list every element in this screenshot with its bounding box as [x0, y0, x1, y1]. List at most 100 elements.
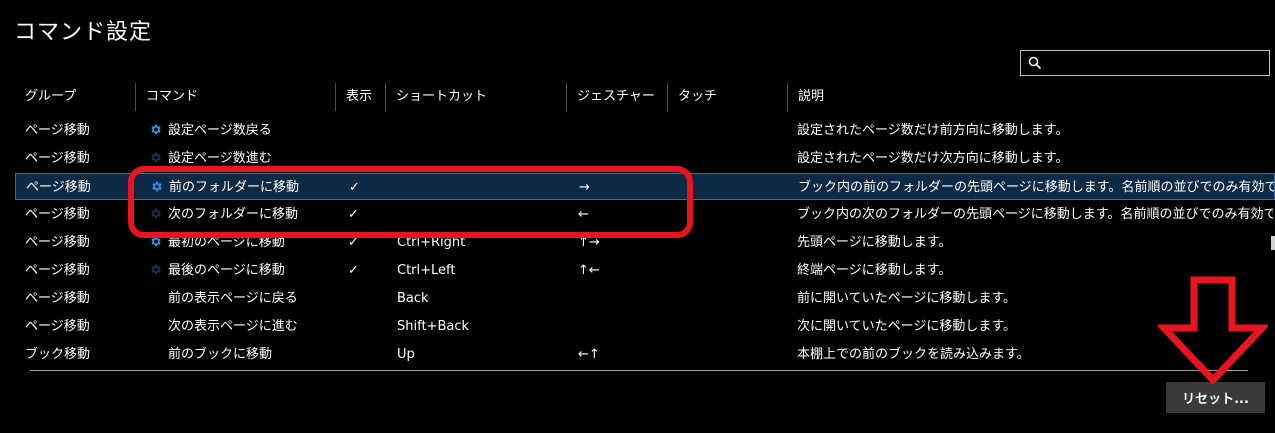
- search-input[interactable]: [1047, 53, 1269, 75]
- cell-description: ブック内の前のフォルダーの先頭ページに移動します。名前順の並びでのみ有効で: [798, 180, 1274, 195]
- cell-gesture: ←: [578, 207, 589, 222]
- command-label: 前のフォルダーに移動: [169, 180, 300, 195]
- cell-shortcut: Up: [397, 347, 415, 362]
- cell-group: ページ移動: [26, 180, 91, 195]
- cell-description: ブック内の次のフォルダーの先頭ページに移動します。名前順の並びでのみ有効で: [797, 207, 1273, 222]
- cell-command: 設定ページ数戻る: [149, 117, 339, 144]
- cell-group: ページ移動: [25, 263, 90, 278]
- cell-touch: [678, 117, 793, 144]
- cell-display: ✓: [348, 235, 359, 250]
- table-row[interactable]: ページ移動 設定ページ数戻る 設定されたページ数だけ前方向に移動します。: [15, 117, 1275, 144]
- cell-description: 次に開いていたページに移動します。: [797, 319, 1017, 334]
- gear-icon[interactable]: [149, 119, 162, 135]
- column-header-display[interactable]: 表示: [336, 83, 386, 111]
- gear-placeholder: [149, 319, 162, 332]
- cell-gesture: ↑→: [578, 235, 600, 250]
- table-row[interactable]: ページ移動 前のフォルダーに移動 ✓ → ブック内の前のフォルダーの先頭ページに移動しま…: [15, 173, 1275, 200]
- cell-touch: [678, 313, 793, 340]
- command-label: 次のフォルダーに移動: [168, 207, 299, 222]
- cell-description: 本棚上での前のブックを読み込みます。: [797, 347, 1030, 362]
- cell-display: [348, 285, 378, 312]
- cell-command: 次の表示ページに進む: [149, 313, 339, 340]
- cell-display: [348, 313, 378, 340]
- cell-group: ページ移動: [25, 319, 90, 334]
- cell-gesture: ←↑: [578, 347, 600, 362]
- cell-command: 次のフォルダーに移動: [149, 201, 339, 228]
- search-box[interactable]: [1020, 50, 1270, 76]
- cell-display: ✓: [348, 263, 359, 278]
- column-header-description[interactable]: 説明: [788, 83, 1275, 111]
- column-header-touch[interactable]: タッチ: [668, 83, 788, 111]
- table-header: グループ コマンド 表示 ショートカット ジェスチャー タッチ 説明: [15, 83, 1275, 111]
- gear-placeholder: [149, 347, 162, 360]
- cell-group: ページ移動: [25, 235, 90, 250]
- page-title: コマンド設定: [14, 20, 153, 45]
- cell-shortcut: [398, 174, 568, 201]
- table-row[interactable]: ページ移動 次のフォルダーに移動 ✓ ← ブック内の次のフォルダーの先頭ページに移動しま…: [15, 201, 1275, 228]
- command-label: 設定ページ数戻る: [168, 123, 272, 138]
- cell-shortcut: Back: [397, 291, 429, 306]
- cell-description: 先頭ページに移動します。: [797, 235, 952, 250]
- gear-icon[interactable]: [149, 147, 162, 163]
- command-label: 最後のページに移動: [168, 263, 285, 278]
- cell-shortcut: Shift+Back: [397, 319, 470, 334]
- cell-display: [348, 145, 378, 172]
- cell-touch: [678, 145, 793, 172]
- cell-command: 前のフォルダーに移動: [150, 174, 340, 201]
- table-row[interactable]: ページ移動 最初のページに移動 ✓ Ctrl+Right ↑→ 先頭ページに移動します。: [15, 229, 1275, 256]
- gear-placeholder: [149, 291, 162, 304]
- scrollbar-thumb[interactable]: [1271, 236, 1275, 250]
- cell-shortcut: Ctrl+Right: [397, 235, 466, 250]
- cell-description: 前に開いていたページに移動します。: [797, 291, 1017, 306]
- cell-command: 最初のページに移動: [149, 229, 339, 256]
- cell-command: 最後のページに移動: [149, 257, 339, 284]
- cell-group: ページ移動: [25, 207, 90, 222]
- command-label: 前の表示ページに戻る: [168, 291, 298, 306]
- cell-command: 設定ページ数進む: [149, 145, 339, 172]
- cell-touch: [678, 257, 793, 284]
- cell-group: ページ移動: [25, 123, 90, 138]
- table-row[interactable]: ページ移動 次の表示ページに進む Shift+Back 次に開いていたページに移動しま…: [15, 313, 1275, 340]
- cell-display: ✓: [348, 207, 359, 222]
- cell-display: ✓: [349, 180, 360, 195]
- column-header-group[interactable]: グループ: [15, 83, 136, 111]
- cell-touch: [679, 174, 794, 201]
- cell-touch: [678, 229, 793, 256]
- reset-button[interactable]: リセット...: [1166, 382, 1265, 413]
- cell-shortcut: Ctrl+Left: [397, 263, 456, 278]
- cell-shortcut: [397, 201, 567, 228]
- gear-icon[interactable]: [150, 176, 163, 192]
- cell-group: ブック移動: [25, 347, 91, 362]
- search-icon: [1028, 56, 1042, 70]
- cell-display: [348, 117, 378, 144]
- table-row[interactable]: ページ移動 最後のページに移動 ✓ Ctrl+Left ↑← 終端ページに移動します。: [15, 257, 1275, 284]
- cell-gesture: [578, 313, 673, 340]
- cell-command: 前のブックに移動: [149, 341, 339, 368]
- command-label: 次の表示ページに進む: [168, 319, 298, 334]
- divider: [30, 370, 1248, 371]
- gear-icon[interactable]: [149, 231, 162, 247]
- gear-icon[interactable]: [149, 203, 162, 219]
- command-label: 前のブックに移動: [168, 347, 273, 362]
- cell-gesture: [578, 145, 673, 172]
- cell-shortcut: [397, 117, 567, 144]
- cell-shortcut: [397, 145, 567, 172]
- column-header-shortcut[interactable]: ショートカット: [386, 83, 567, 111]
- cell-gesture: [578, 117, 673, 144]
- table-row[interactable]: ブック移動 前のブックに移動 Up ←↑ 本棚上での前のブックを読み込みます。: [15, 341, 1275, 368]
- cell-touch: [678, 285, 793, 312]
- column-header-command[interactable]: コマンド: [136, 83, 336, 111]
- cell-group: ページ移動: [25, 151, 90, 166]
- cell-display: [348, 341, 378, 368]
- gear-icon[interactable]: [149, 259, 162, 275]
- column-header-gesture[interactable]: ジェスチャー: [567, 83, 668, 111]
- cell-description: 設定されたページ数だけ前方向に移動します。: [797, 123, 1069, 138]
- cell-description: 終端ページに移動します。: [797, 263, 952, 278]
- table-row[interactable]: ページ移動 設定ページ数進む 設定されたページ数だけ次方向に移動します。: [15, 145, 1275, 172]
- cell-touch: [678, 201, 793, 228]
- cell-gesture: ↑←: [578, 263, 600, 278]
- cell-gesture: [578, 285, 673, 312]
- command-label: 最初のページに移動: [168, 235, 285, 250]
- command-label: 設定ページ数進む: [168, 151, 272, 166]
- table-row[interactable]: ページ移動 前の表示ページに戻る Back 前に開いていたページに移動します。: [15, 285, 1275, 312]
